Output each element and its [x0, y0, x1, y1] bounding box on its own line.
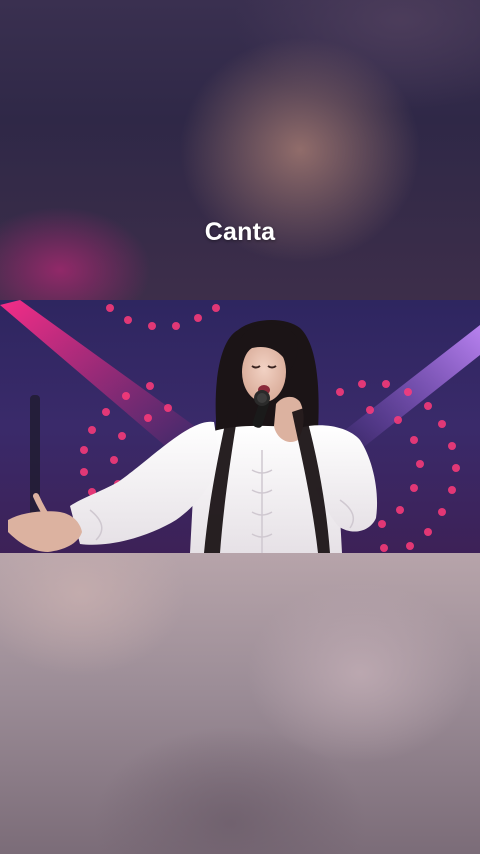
story-viewer[interactable]: Canta [0, 0, 480, 854]
video-frame[interactable] [0, 300, 480, 553]
blurred-backdrop-bottom [0, 553, 480, 854]
story-caption: Canta [204, 218, 276, 246]
blurred-backdrop-top [0, 0, 480, 300]
stage-light-beam [345, 325, 480, 450]
stage-scene [0, 300, 480, 553]
